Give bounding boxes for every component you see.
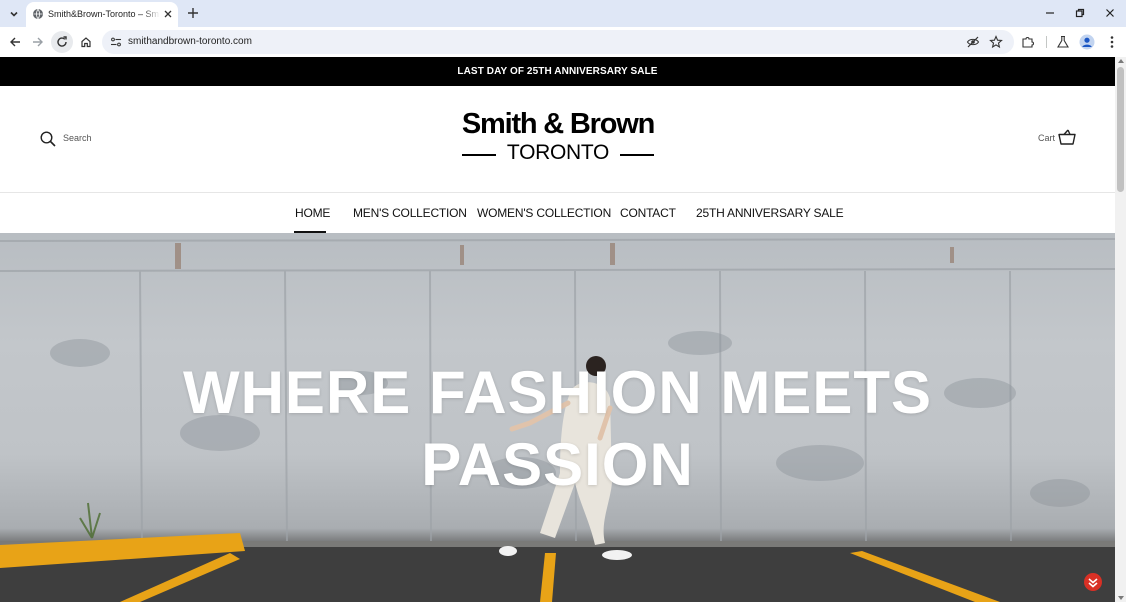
scroll-up-arrow-icon[interactable] (1117, 59, 1124, 63)
nav-item-mens-collection[interactable]: MEN'S COLLECTION (353, 206, 467, 220)
hero-headline: WHERE FASHION MEETS PASSION (0, 357, 1115, 501)
bookmark-star-icon[interactable] (989, 35, 1003, 49)
site-header: Search Smith & Brown TORONTO Cart (0, 86, 1115, 192)
main-nav: HOME MEN'S COLLECTION WOMEN'S COLLECTION… (0, 192, 1115, 233)
page-scrollbar[interactable] (1115, 57, 1126, 602)
browser-tabbar: Smith&Brown-Toronto – Smith&Brown (0, 0, 1126, 27)
hero-headline-line2: PASSION (421, 431, 694, 498)
tab-close-icon[interactable] (162, 8, 174, 20)
search-icon[interactable] (40, 131, 56, 147)
nav-item-anniversary-sale[interactable]: 25TH ANNIVERSARY SALE (696, 206, 844, 220)
eye-off-icon[interactable] (966, 35, 980, 49)
new-tab-icon[interactable] (186, 6, 200, 20)
scrollbar-thumb[interactable] (1117, 67, 1124, 192)
nav-item-home[interactable]: HOME (295, 206, 330, 220)
logo-rule-left (462, 154, 496, 156)
cart-link[interactable]: Cart (1038, 132, 1055, 144)
restore-icon[interactable] (1073, 6, 1087, 20)
reload-icon[interactable] (51, 31, 73, 53)
hero-headline-line1: WHERE FASHION MEETS (182, 359, 933, 426)
toolbar-divider (1046, 36, 1047, 48)
logo-wordmark: Smith & Brown (461, 108, 655, 140)
tab-title: Smith&Brown-Toronto – Smith&Brown (48, 9, 160, 19)
forward-arrow-icon[interactable] (29, 33, 47, 51)
browser-toolbar: smithandbrown-toronto.com (0, 27, 1126, 57)
hero-banner[interactable]: WHERE FASHION MEETS PASSION (0, 233, 1115, 602)
search-link[interactable]: Search (63, 132, 92, 144)
address-bar[interactable]: smithandbrown-toronto.com (102, 30, 1014, 54)
minimize-icon[interactable] (1043, 6, 1057, 20)
nav-item-womens-collection[interactable]: WOMEN'S COLLECTION (477, 206, 611, 220)
webpage: LAST DAY OF 25TH ANNIVERSARY SALE Search… (0, 57, 1115, 602)
back-arrow-icon[interactable] (6, 33, 24, 51)
announcement-bar[interactable]: LAST DAY OF 25TH ANNIVERSARY SALE (0, 57, 1115, 86)
home-icon[interactable] (77, 33, 95, 51)
profile-avatar-icon[interactable] (1079, 34, 1095, 50)
close-window-icon[interactable] (1103, 6, 1117, 20)
tab-search-chevron-icon[interactable] (6, 6, 22, 22)
globe-favicon-icon (33, 8, 43, 20)
extensions-puzzle-icon[interactable] (1020, 34, 1036, 50)
chat-widget-icon[interactable] (1084, 573, 1102, 591)
logo-city: TORONTO (506, 141, 610, 164)
brand-logo[interactable]: Smith & Brown TORONTO (440, 108, 676, 168)
scroll-down-arrow-icon[interactable] (1117, 596, 1124, 600)
url-text: smithandbrown-toronto.com (128, 36, 252, 47)
browser-tab[interactable]: Smith&Brown-Toronto – Smith&Brown (26, 2, 178, 27)
logo-rule-right (620, 154, 654, 156)
site-settings-icon[interactable] (110, 36, 122, 48)
cart-basket-icon[interactable] (1058, 129, 1076, 145)
labs-flask-icon[interactable] (1055, 34, 1071, 50)
browser-menu-icon[interactable] (1104, 34, 1120, 50)
nav-item-contact[interactable]: CONTACT (620, 206, 676, 220)
